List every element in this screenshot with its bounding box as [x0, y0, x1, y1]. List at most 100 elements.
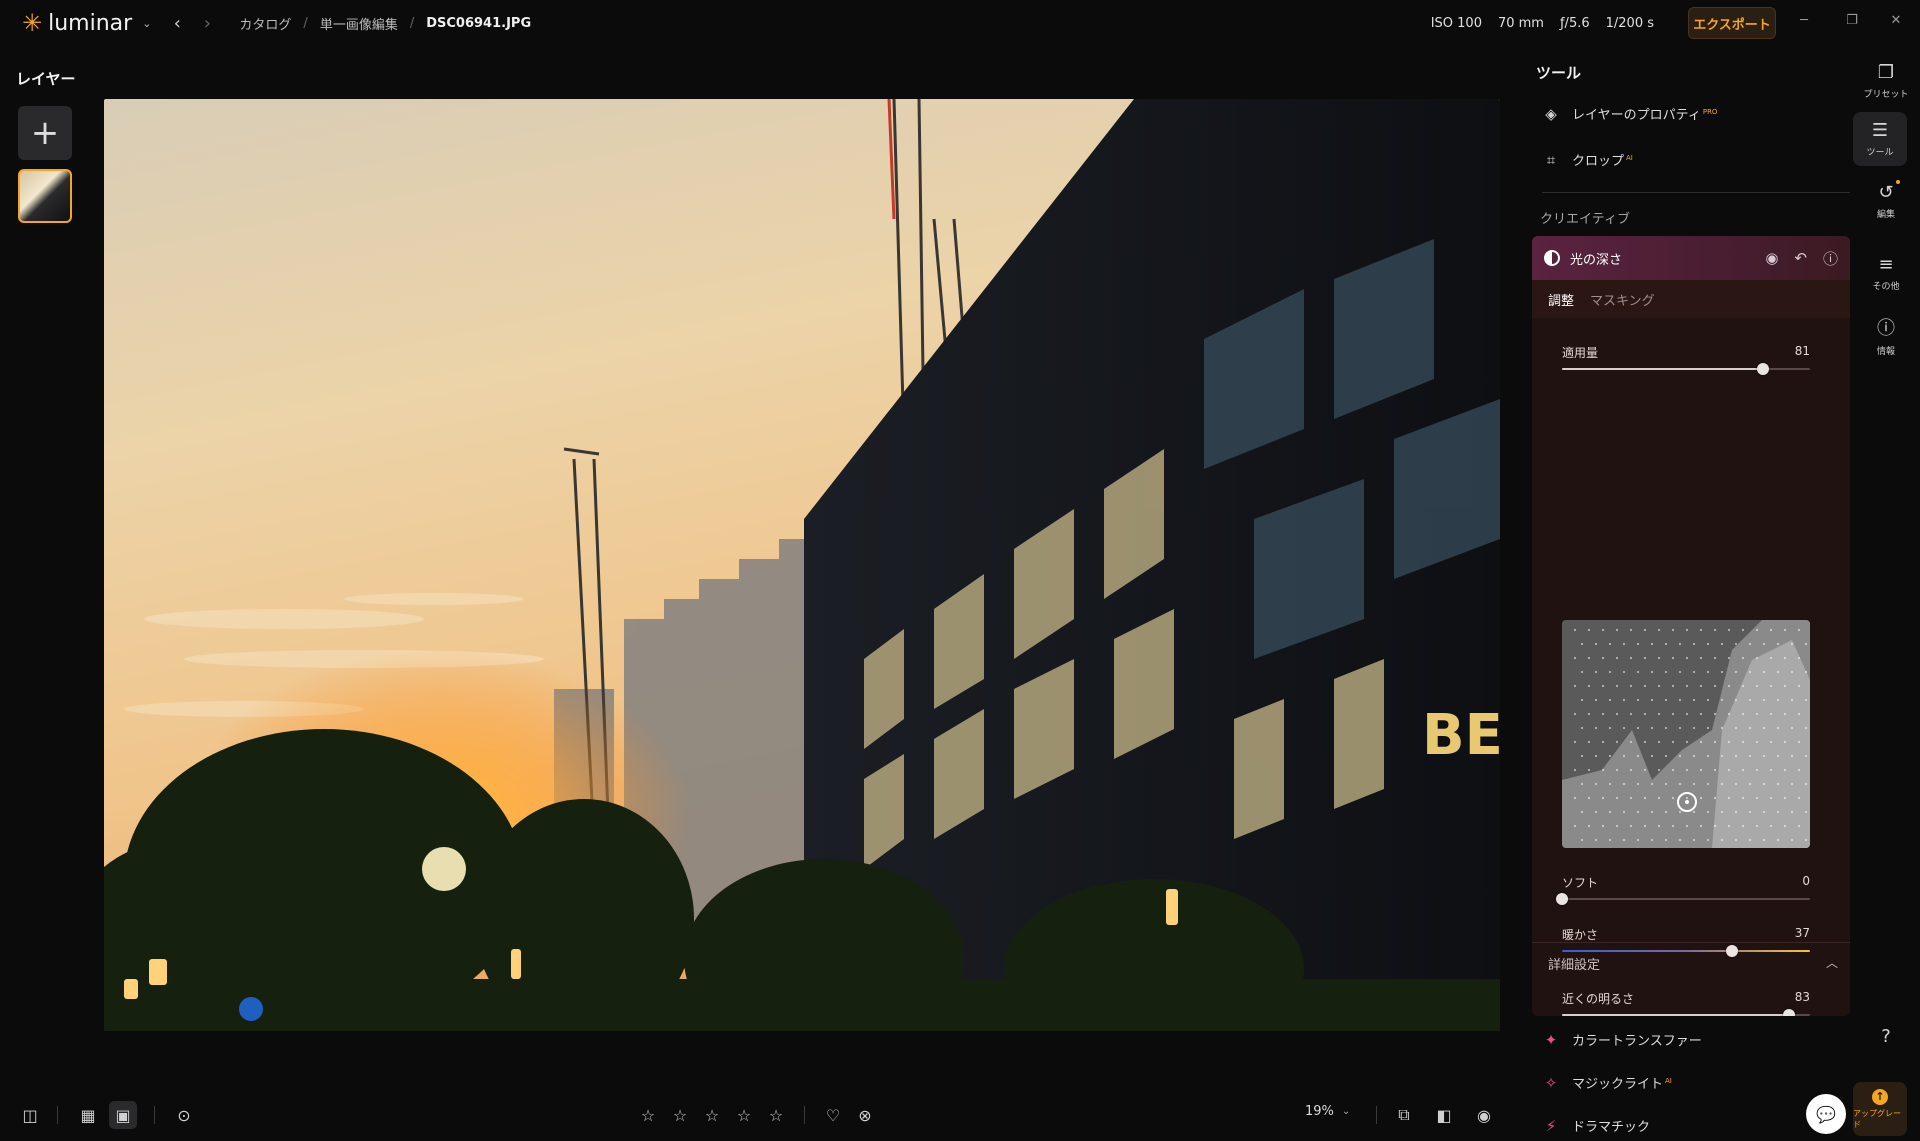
preview-button[interactable]: ◉ [1470, 1101, 1498, 1129]
toggle-sidebar-button[interactable]: ◫ [16, 1101, 44, 1129]
tab-adjust[interactable]: 調整 [1548, 290, 1574, 309]
layers-icon: ◈ [1545, 104, 1557, 123]
slider-knob[interactable] [1756, 363, 1769, 375]
app-logo-menu[interactable]: ✳ luminar ⌄ [22, 11, 151, 36]
rail-info[interactable]: ⓘ 情報 [1852, 314, 1920, 357]
zoom-value: 19% [1305, 1104, 1334, 1119]
photo-image: BE [104, 99, 1500, 1031]
zoom-select[interactable]: 19% ⌄ [1305, 1104, 1350, 1119]
add-layer-button[interactable]: + [18, 106, 72, 160]
breadcrumb-single-edit[interactable]: 単一画像編集 [320, 14, 398, 33]
breadcrumb-separator: / [303, 15, 308, 31]
tool-card-depth-light: 光の深さ ◉ ↶ ⓘ 調整 マスキング 適用量 81 ソフト 0 暖かさ 37 [1532, 236, 1850, 1016]
tab-masking[interactable]: マスキング [1590, 290, 1655, 309]
restore-button[interactable]: ❐ [1828, 0, 1876, 40]
color-transfer-icon: ✦ [1544, 1030, 1558, 1049]
rail-tools[interactable]: ☰ ツール [1853, 112, 1907, 166]
right-rail: ❐ プリセット ☰ ツール ↺ 編集 ≡ その他 ⓘ 情報 ? [1852, 46, 1920, 1141]
slider-knob[interactable] [1782, 1009, 1795, 1016]
exif-focal: 70 mm [1497, 15, 1544, 31]
tool-tabs: 調整 マスキング [1548, 290, 1655, 309]
chevron-right-icon: › [203, 12, 211, 34]
rail-other[interactable]: ≡ その他 [1852, 254, 1920, 292]
slider-track[interactable] [1562, 368, 1810, 370]
tool-card-header[interactable]: 光の深さ ◉ ↶ ⓘ [1532, 236, 1850, 280]
slider-label: ソフト [1562, 876, 1599, 890]
forward-button[interactable]: › [195, 11, 219, 35]
slider-label: 暖かさ [1562, 928, 1599, 942]
compare-button[interactable]: ⧉ [1390, 1101, 1418, 1129]
rail-presets[interactable]: ❐ プリセット [1852, 62, 1920, 100]
divider [1376, 1106, 1377, 1124]
rating-star-3[interactable]: ☆ [698, 1101, 726, 1129]
tool-layer-properties[interactable]: ◈ レイヤーのプロパティ PRO [1542, 104, 1717, 124]
tool-magic-light[interactable]: ✧ マジックライト AI [1542, 1073, 1672, 1093]
help-button[interactable]: ? [1852, 1026, 1920, 1047]
favorite-button[interactable]: ♡ [819, 1101, 847, 1129]
depth-map-image [1562, 620, 1810, 848]
breadcrumb: カタログ / 単一画像編集 / DSC06941.JPG [239, 14, 531, 33]
layers-title: レイヤー [16, 70, 76, 88]
reject-icon: ⊗ [858, 1105, 872, 1125]
layer-thumbnail[interactable] [18, 169, 72, 223]
visibility-eye-icon[interactable]: ◉ [1765, 249, 1778, 267]
chevron-down-icon: ⌄ [1341, 1106, 1351, 1117]
rail-label: 編集 [1876, 210, 1895, 220]
split-view-button[interactable]: ◧ [1430, 1101, 1458, 1129]
presets-icon: ❐ [1877, 62, 1895, 83]
grid-view-button[interactable]: ▦ [74, 1101, 102, 1129]
exif-shutter: 1/200 s [1605, 15, 1654, 31]
advanced-settings-toggle[interactable]: 詳細設定 ︿ [1548, 954, 1838, 973]
slider-track[interactable] [1562, 1014, 1810, 1016]
rail-label: 情報 [1876, 347, 1895, 357]
plus-icon: + [30, 113, 60, 153]
close-button[interactable]: ✕ [1872, 0, 1920, 40]
chat-button[interactable]: 💬 [1806, 1094, 1846, 1134]
upgrade-label: アップグレード [1853, 1108, 1901, 1129]
chevron-down-icon: ⌄ [142, 16, 152, 30]
slider-track[interactable] [1562, 950, 1810, 952]
reset-undo-icon[interactable]: ↶ [1794, 249, 1807, 267]
tool-card-actions: ◉ ↶ ⓘ [1765, 236, 1838, 280]
restore-icon: ❐ [1846, 12, 1858, 28]
photo-canvas[interactable]: BE [104, 99, 1500, 1031]
exif-iso: ISO 100 [1430, 15, 1482, 31]
eye-icon: ◉ [1477, 1105, 1491, 1125]
info-icon[interactable]: ⓘ [1823, 248, 1838, 269]
tool-crop[interactable]: ⌗ クロップ AI [1542, 150, 1633, 170]
export-button[interactable]: エクスポート [1688, 7, 1776, 39]
rating-star-5[interactable]: ☆ [762, 1101, 790, 1129]
dramatic-icon: ⚡ [1545, 1116, 1557, 1135]
more-options-button[interactable]: ⊙ [170, 1101, 198, 1129]
reject-button[interactable]: ⊗ [851, 1101, 879, 1129]
divider [1532, 942, 1850, 943]
rating-star-1[interactable]: ☆ [634, 1101, 662, 1129]
rating-star-4[interactable]: ☆ [730, 1101, 758, 1129]
slider-knob[interactable] [1556, 893, 1568, 905]
advanced-settings-label: 詳細設定 [1548, 958, 1601, 973]
back-button[interactable]: ‹ [165, 11, 189, 35]
tool-dramatic[interactable]: ⚡ ドラマチック [1542, 1116, 1650, 1136]
depth-map-preview[interactable] [1562, 620, 1810, 848]
divider [1542, 192, 1850, 193]
single-view-button[interactable]: ▣ [109, 1101, 137, 1129]
slider-track[interactable] [1562, 898, 1810, 900]
slider-label: 適用量 [1562, 346, 1599, 360]
top-bar: ✳ luminar ⌄ ‹ › カタログ / 単一画像編集 / DSC06941… [0, 0, 1920, 46]
rating-star-2[interactable]: ☆ [666, 1101, 694, 1129]
tool-color-transfer[interactable]: ✦ カラートランスファー [1542, 1030, 1702, 1050]
divider [154, 1106, 155, 1124]
star-icon: ☆ [768, 1105, 784, 1125]
magic-light-icon: ✧ [1544, 1073, 1558, 1092]
slider-value: 83 [1794, 990, 1810, 1004]
breadcrumb-catalog[interactable]: カタログ [239, 14, 291, 33]
divider [804, 1106, 805, 1124]
history-icon: ↺ [1878, 182, 1894, 203]
close-icon: ✕ [1890, 12, 1902, 28]
chevron-up-icon: ︿ [1825, 956, 1838, 970]
minimize-button[interactable]: ─ [1780, 0, 1828, 40]
breadcrumb-filename: DSC06941.JPG [426, 15, 532, 31]
rail-history[interactable]: ↺ 編集 [1852, 182, 1920, 220]
tools-title: ツール [1536, 64, 1582, 82]
upgrade-button[interactable]: ↑ アップグレード [1853, 1082, 1907, 1136]
